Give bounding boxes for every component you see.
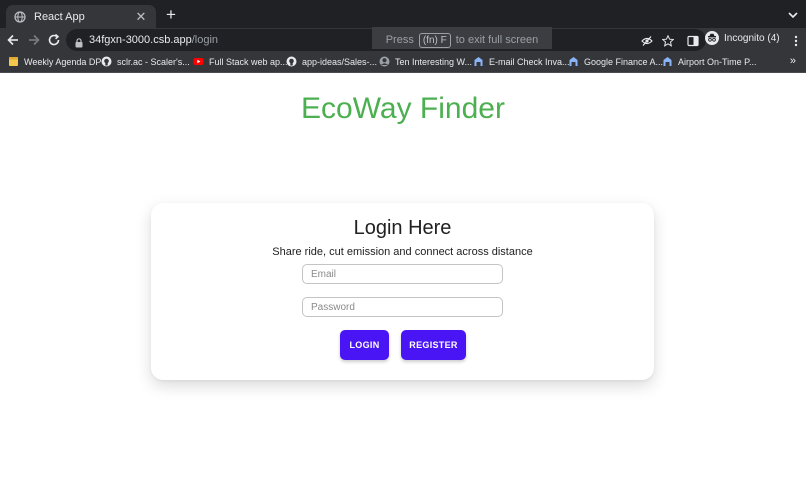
url-path: /login — [191, 34, 219, 46]
url-host: 34fgxn-3000.csb.app — [89, 34, 192, 46]
fullscreen-hint-rest: to exit full screen — [455, 34, 539, 46]
url-text[interactable]: 34fgxn-3000.csb.app/login — [89, 34, 218, 46]
fullscreen-hint: Press (fn) F to exit full screen — [372, 27, 552, 49]
avatar-icon — [379, 56, 390, 67]
app-icon — [568, 56, 579, 67]
bookmark-label: Airport On-Time P... — [678, 56, 757, 67]
side-panel-icon[interactable] — [687, 34, 699, 47]
github-icon — [286, 56, 297, 67]
register-button[interactable]: REGISTER — [401, 330, 466, 360]
fullscreen-hint-key: (fn) F — [418, 32, 451, 48]
bookmark-ten-interesting[interactable]: Ten Interesting W... — [379, 56, 472, 67]
login-button[interactable]: LOGIN — [340, 330, 389, 360]
bookmark-label: Full Stack web ap... — [209, 56, 288, 67]
bookmark-sclr[interactable]: sclr.ac - Scaler's... — [101, 56, 190, 67]
youtube-icon — [193, 56, 204, 67]
tab-strip: React App ✕ + — [0, 0, 806, 28]
bookmark-label: Ten Interesting W... — [395, 56, 473, 67]
fullscreen-hint-press: Press — [385, 34, 414, 46]
bookmark-app-ideas[interactable]: app-ideas/Sales-... — [286, 56, 377, 67]
eye-off-icon[interactable] — [641, 34, 653, 46]
email-input[interactable] — [302, 264, 503, 284]
new-tab-button[interactable]: + — [162, 6, 180, 24]
app-icon — [662, 56, 673, 67]
bookmark-airport-on-time[interactable]: Airport On-Time P... — [662, 56, 757, 67]
brand-title: EcoWay Finder — [301, 92, 505, 125]
more-menu-icon[interactable] — [794, 34, 798, 47]
browser-toolbar: 34fgxn-3000.csb.app/login Press (fn) F t… — [0, 27, 806, 52]
tab-react-app[interactable]: React App ✕ — [6, 5, 156, 28]
bookmarks-overflow-button[interactable]: » — [790, 55, 796, 67]
bookmark-weekly-agenda[interactable]: Weekly Agenda DP — [8, 56, 101, 67]
address-bar[interactable]: 34fgxn-3000.csb.app/login Press (fn) F t… — [66, 27, 706, 51]
bookmark-google-finance[interactable]: Google Finance A... — [568, 56, 663, 67]
github-icon — [101, 56, 112, 67]
chevron-down-icon[interactable] — [786, 8, 800, 22]
forward-icon[interactable] — [26, 32, 42, 48]
incognito-icon — [705, 31, 719, 45]
login-card: Login Here Share ride, cut emission and … — [151, 203, 654, 380]
folder-icon — [8, 56, 19, 67]
star-icon[interactable] — [661, 34, 675, 47]
reload-icon[interactable] — [46, 32, 62, 48]
back-icon[interactable] — [5, 32, 21, 48]
bookmark-label: app-ideas/Sales-... — [302, 56, 378, 67]
login-title: Login Here — [353, 217, 452, 239]
incognito-profile-button[interactable]: Incognito (4) — [705, 31, 780, 45]
globe-icon — [14, 10, 26, 23]
bookmark-label: sclr.ac - Scaler's... — [117, 56, 190, 67]
bookmark-full-stack[interactable]: Full Stack web ap... — [193, 56, 288, 67]
bookmark-label: Weekly Agenda DP — [24, 56, 102, 67]
bookmarks-bar: Weekly Agenda DP sclr.ac - Scaler's... F… — [0, 52, 806, 73]
tab-title: React App — [34, 10, 85, 23]
bookmark-label: E-mail Check Inva... — [489, 56, 570, 67]
bookmark-label: Google Finance A... — [584, 56, 664, 67]
close-icon[interactable]: ✕ — [134, 10, 148, 23]
lock-icon[interactable] — [75, 35, 83, 48]
password-input[interactable] — [302, 297, 503, 317]
bookmark-email-check[interactable]: E-mail Check Inva... — [473, 56, 570, 67]
incognito-label: Incognito (4) — [724, 32, 780, 44]
login-subtitle: Share ride, cut emission and connect acr… — [272, 246, 533, 258]
app-icon — [473, 56, 484, 67]
